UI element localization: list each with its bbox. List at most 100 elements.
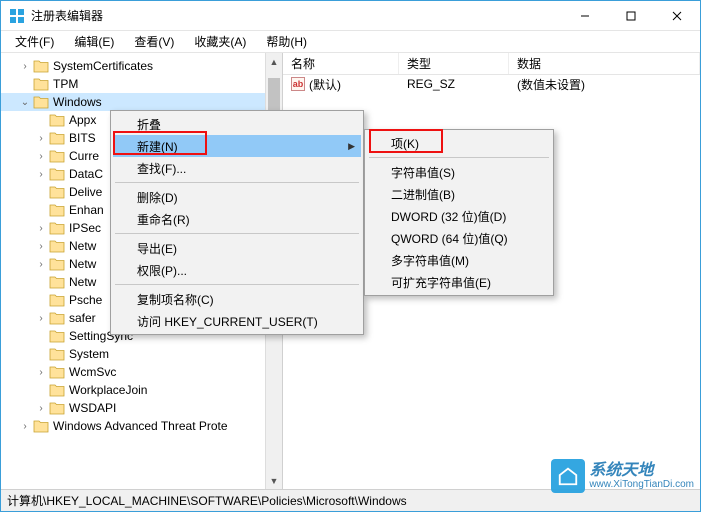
cm-separator [369,157,549,158]
tree-item-label: IPSec [69,221,101,235]
maximize-button[interactable] [608,1,654,31]
tree-item-label: Appx [69,113,96,127]
value-data: (数值未设置) [509,76,700,93]
tree-item[interactable]: TPM [1,75,282,93]
cm-separator [115,284,359,285]
folder-icon [49,275,65,289]
folder-icon [49,131,65,145]
tree-item-label: WcmSvc [69,365,116,379]
folder-icon [49,167,65,181]
list-row[interactable]: ab (默认) REG_SZ (数值未设置) [283,75,700,93]
string-value-icon: ab [291,77,305,91]
window-title: 注册表编辑器 [31,7,562,24]
watermark-url: www.XiTongTianDi.com [589,479,694,490]
cm-permissions[interactable]: 权限(P)... [113,259,361,281]
folder-icon [49,293,65,307]
folder-icon [33,95,49,109]
chevron-right-icon[interactable]: › [35,223,47,234]
watermark-logo-icon [551,459,585,493]
context-menu-new: 项(K) 字符串值(S) 二进制值(B) DWORD (32 位)值(D) QW… [364,129,554,296]
value-type: REG_SZ [399,77,509,91]
cm-copy-key-name[interactable]: 复制项名称(C) [113,288,361,310]
tree-item-label: TPM [53,77,78,91]
tree-item-label: DataC [69,167,103,181]
tree-item[interactable]: › WcmSvc [1,363,282,381]
status-path: 计算机\HKEY_LOCAL_MACHINE\SOFTWARE\Policies… [7,492,407,509]
menu-file[interactable]: 文件(F) [5,31,64,52]
menu-help[interactable]: 帮助(H) [256,31,317,52]
folder-icon [49,311,65,325]
chevron-down-icon[interactable]: ⌄ [19,97,31,108]
folder-icon [33,77,49,91]
tree-item-label: System [69,347,109,361]
chevron-right-icon[interactable]: › [35,313,47,324]
tree-item-label: Netw [69,275,96,289]
close-button[interactable] [654,1,700,31]
cm-new-string[interactable]: 字符串值(S) [367,161,551,183]
cm-new-multistring[interactable]: 多字符串值(M) [367,249,551,271]
scroll-up-icon[interactable]: ▲ [266,53,282,70]
cm-new[interactable]: 新建(N) [113,135,361,157]
tree-item-label: Netw [69,239,96,253]
column-type[interactable]: 类型 [399,53,509,74]
folder-icon [49,113,65,127]
tree-item-label: safer [69,311,96,325]
cm-rename[interactable]: 重命名(R) [113,208,361,230]
chevron-right-icon[interactable]: › [19,421,31,432]
tree-item[interactable]: › SystemCertificates [1,57,282,75]
list-header: 名称 类型 数据 [283,53,700,75]
minimize-button[interactable] [562,1,608,31]
chevron-right-icon[interactable]: › [35,151,47,162]
folder-icon [49,401,65,415]
cm-goto-hkcu[interactable]: 访问 HKEY_CURRENT_USER(T) [113,310,361,332]
tree-item-label: BITS [69,131,96,145]
folder-icon [49,383,65,397]
tree-item-label: Windows [53,95,102,109]
chevron-right-icon[interactable]: › [35,169,47,180]
cm-separator [115,233,359,234]
tree-item-label: Enhan [69,203,104,217]
cm-new-dword[interactable]: DWORD (32 位)值(D) [367,205,551,227]
tree-item[interactable]: › WSDAPI [1,399,282,417]
column-name[interactable]: 名称 [283,53,399,74]
scroll-down-icon[interactable]: ▼ [266,472,282,489]
column-data[interactable]: 数据 [509,53,700,74]
folder-icon [49,149,65,163]
cm-new-qword[interactable]: QWORD (64 位)值(Q) [367,227,551,249]
folder-icon [49,185,65,199]
chevron-right-icon[interactable]: › [19,61,31,72]
tree-item-label: WorkplaceJoin [69,383,147,397]
cm-export[interactable]: 导出(E) [113,237,361,259]
tree-item[interactable]: ›Windows Advanced Threat Prote [1,417,282,435]
tree-item[interactable]: ⌄ Windows [1,93,282,111]
app-icon [9,8,25,24]
folder-icon [49,239,65,253]
menu-favorites[interactable]: 收藏夹(A) [184,31,256,52]
tree-item[interactable]: WorkplaceJoin [1,381,282,399]
chevron-right-icon[interactable]: › [35,133,47,144]
folder-icon [33,419,49,433]
cm-new-expandstring[interactable]: 可扩充字符串值(E) [367,271,551,293]
watermark: 系统天地 www.XiTongTianDi.com [551,459,694,493]
cm-collapse[interactable]: 折叠 [113,113,361,135]
chevron-right-icon[interactable]: › [35,367,47,378]
tree-item[interactable]: System [1,345,282,363]
tree-item-label: SystemCertificates [53,59,153,73]
menu-edit[interactable]: 编辑(E) [64,31,124,52]
cm-delete[interactable]: 删除(D) [113,186,361,208]
folder-icon [33,59,49,73]
cm-find[interactable]: 查找(F)... [113,157,361,179]
context-menu-key: 折叠 新建(N) 查找(F)... 删除(D) 重命名(R) 导出(E) 权限(… [110,110,364,335]
chevron-right-icon[interactable]: › [35,259,47,270]
cm-new-binary[interactable]: 二进制值(B) [367,183,551,205]
menu-view[interactable]: 查看(V) [124,31,184,52]
tree-item-label: Curre [69,149,99,163]
chevron-right-icon[interactable]: › [35,403,47,414]
cm-new-key[interactable]: 项(K) [367,132,551,154]
window-controls [562,1,700,31]
tree-item-label: Psche [69,293,102,307]
chevron-right-icon[interactable]: › [35,241,47,252]
tree-item-label: WSDAPI [69,401,116,415]
menubar: 文件(F) 编辑(E) 查看(V) 收藏夹(A) 帮助(H) [1,31,700,53]
tree-item-label: Delive [69,185,102,199]
